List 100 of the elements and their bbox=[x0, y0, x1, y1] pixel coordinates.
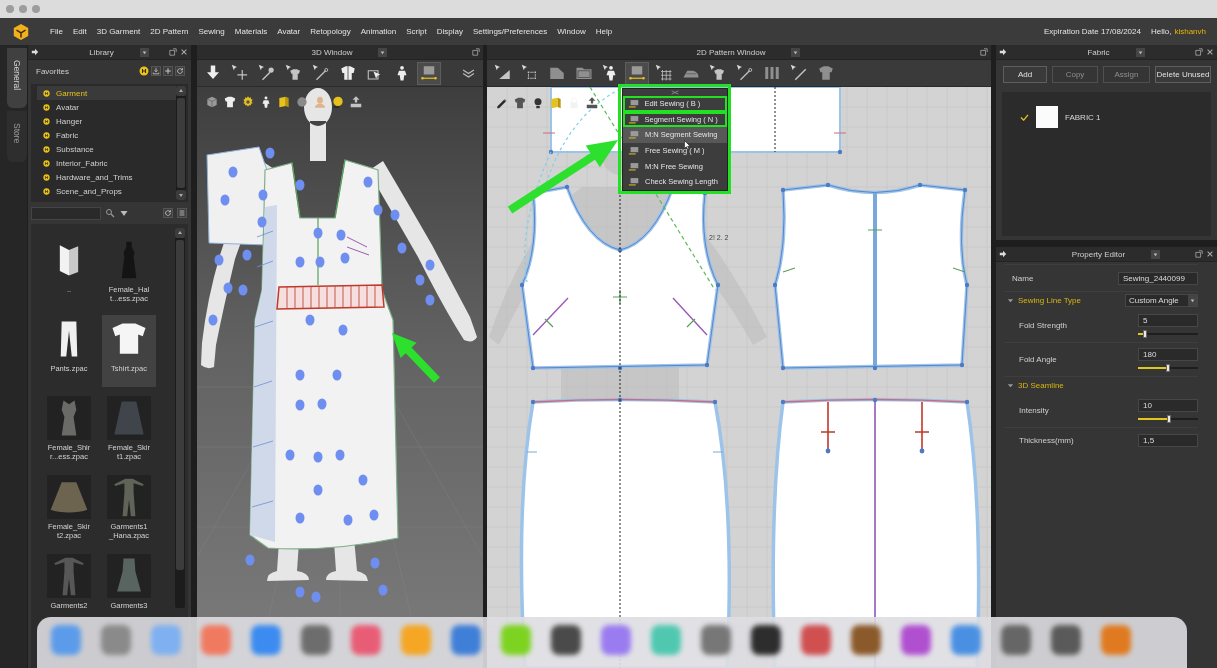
point-marker-icon[interactable] bbox=[257, 216, 267, 228]
number-field[interactable]: 1,5 bbox=[1138, 433, 1198, 447]
section-title[interactable]: Sewing Line Type bbox=[1018, 296, 1081, 305]
upload-icon[interactable] bbox=[349, 95, 363, 109]
upload-icon[interactable] bbox=[585, 96, 599, 110]
point-marker-icon[interactable] bbox=[242, 249, 252, 261]
menu-item[interactable]: Sewing bbox=[198, 27, 225, 36]
favorite-badge-icon[interactable] bbox=[139, 66, 149, 76]
gear-icon[interactable] bbox=[241, 95, 255, 109]
point-marker-icon[interactable] bbox=[317, 398, 327, 410]
close-icon[interactable] bbox=[180, 48, 188, 56]
caret-icon[interactable] bbox=[119, 208, 129, 218]
menu-item[interactable]: Help bbox=[595, 27, 613, 36]
cube-icon[interactable] bbox=[205, 95, 219, 109]
expand-triangle-icon[interactable] bbox=[1007, 297, 1014, 304]
point-marker-icon[interactable] bbox=[305, 314, 315, 326]
user-name[interactable]: kishanvh bbox=[1174, 27, 1206, 36]
point-marker-icon[interactable] bbox=[311, 591, 321, 603]
pin-arrow-icon[interactable] bbox=[999, 250, 1007, 258]
fabric-item[interactable]: FABRIC 1 bbox=[1002, 104, 1211, 130]
point-marker-icon[interactable] bbox=[245, 554, 255, 566]
point-marker-icon[interactable] bbox=[220, 194, 230, 206]
scrollbar[interactable] bbox=[176, 86, 186, 200]
dropdown-caret-icon[interactable] bbox=[1135, 47, 1145, 57]
scroll-thumb[interactable] bbox=[177, 98, 185, 188]
menu-item[interactable]: 2D Pattern bbox=[150, 27, 189, 36]
scroll-thumb[interactable] bbox=[176, 240, 184, 570]
point-marker-icon[interactable] bbox=[343, 514, 353, 526]
point-marker-icon[interactable] bbox=[313, 484, 323, 496]
point-marker-icon[interactable] bbox=[285, 449, 295, 461]
search-icon[interactable] bbox=[105, 208, 115, 218]
pin-arrow-icon[interactable] bbox=[31, 48, 39, 56]
plus-icon[interactable] bbox=[163, 66, 173, 76]
refresh-icon[interactable] bbox=[163, 208, 173, 218]
point-marker-icon[interactable] bbox=[332, 369, 342, 381]
point-marker-icon[interactable] bbox=[425, 259, 435, 271]
menu-item[interactable]: Animation bbox=[360, 27, 397, 36]
app-icon[interactable] bbox=[851, 625, 881, 655]
point-marker-icon[interactable] bbox=[265, 147, 275, 159]
point-marker-icon[interactable] bbox=[295, 399, 305, 411]
scroll-down-icon[interactable] bbox=[176, 190, 186, 200]
list-view-icon[interactable] bbox=[177, 208, 187, 218]
point-marker-icon[interactable] bbox=[313, 451, 323, 463]
favorite-item[interactable]: Hanger bbox=[37, 114, 176, 128]
pencil-icon[interactable] bbox=[495, 96, 509, 110]
point-marker-icon[interactable] bbox=[208, 314, 218, 326]
menu-item[interactable]: Materials bbox=[234, 27, 268, 36]
dropdown[interactable]: Custom Angle bbox=[1125, 294, 1198, 307]
expand-triangle-icon[interactable] bbox=[1007, 382, 1014, 389]
point-marker-icon[interactable] bbox=[358, 474, 368, 486]
point-marker-icon[interactable] bbox=[370, 557, 380, 569]
scissors-icon[interactable] bbox=[670, 90, 680, 95]
shirt-icon[interactable] bbox=[223, 95, 237, 109]
dropdown-caret-icon[interactable] bbox=[791, 47, 801, 57]
menu-item[interactable]: 3D Garment bbox=[96, 27, 141, 36]
point-marker-icon[interactable] bbox=[313, 227, 323, 239]
shirt-icon[interactable] bbox=[513, 96, 527, 110]
pin-arrow-icon[interactable] bbox=[999, 48, 1007, 56]
book-icon[interactable] bbox=[277, 95, 291, 109]
point-marker-icon[interactable] bbox=[223, 282, 233, 294]
float-window-icon[interactable] bbox=[472, 48, 480, 56]
point-marker-icon[interactable] bbox=[315, 256, 325, 268]
pattern-piece[interactable] bbox=[519, 184, 721, 371]
point-marker-icon[interactable] bbox=[378, 584, 388, 596]
number-field[interactable]: 180 bbox=[1138, 347, 1198, 361]
menu-item[interactable]: Edit bbox=[72, 27, 87, 36]
slider-thumb[interactable] bbox=[1166, 363, 1170, 372]
app-icon[interactable] bbox=[1051, 625, 1081, 655]
point-marker-icon[interactable] bbox=[338, 324, 348, 336]
side-tab[interactable]: General bbox=[7, 48, 27, 109]
point-marker-icon[interactable] bbox=[295, 369, 305, 381]
scroll-up-icon[interactable] bbox=[175, 228, 185, 238]
slider-thumb[interactable] bbox=[1167, 414, 1172, 423]
favorite-item[interactable]: Garment bbox=[37, 86, 176, 100]
section-title[interactable]: 3D Seamline bbox=[1018, 381, 1064, 390]
number-field[interactable]: 10 bbox=[1138, 398, 1198, 412]
float-window-icon[interactable] bbox=[980, 48, 988, 56]
point-marker-icon[interactable] bbox=[214, 254, 224, 266]
float-window-icon[interactable] bbox=[1195, 250, 1203, 258]
float-window-icon[interactable] bbox=[1195, 48, 1203, 56]
slider-thumb[interactable] bbox=[1143, 329, 1148, 338]
dropdown-caret-icon[interactable] bbox=[378, 47, 388, 57]
favorite-item[interactable]: Hardware_and_Trims bbox=[37, 170, 176, 184]
menu-item[interactable]: Settings/Preferences bbox=[472, 27, 548, 36]
number-field[interactable]: 5 bbox=[1138, 313, 1198, 327]
menu-item[interactable]: Display bbox=[436, 27, 463, 36]
app-icon[interactable] bbox=[751, 625, 781, 655]
menu-item[interactable]: File bbox=[50, 27, 63, 36]
search-field[interactable] bbox=[31, 206, 101, 220]
scroll-up-icon[interactable] bbox=[176, 86, 186, 96]
double-chevron-icon[interactable] bbox=[462, 68, 475, 78]
favorite-item[interactable]: Interior_Fabric bbox=[37, 156, 176, 170]
favorite-item[interactable]: Substance bbox=[37, 142, 176, 156]
text-field[interactable]: Sewing_2440099 bbox=[1118, 271, 1198, 285]
point-marker-icon[interactable] bbox=[425, 294, 435, 306]
point-marker-icon[interactable] bbox=[363, 176, 373, 188]
pattern-piece[interactable] bbox=[772, 182, 970, 371]
slider-track[interactable] bbox=[1138, 417, 1198, 420]
menu-item[interactable]: Avatar bbox=[277, 27, 301, 36]
menu-item[interactable]: Window bbox=[557, 27, 586, 36]
